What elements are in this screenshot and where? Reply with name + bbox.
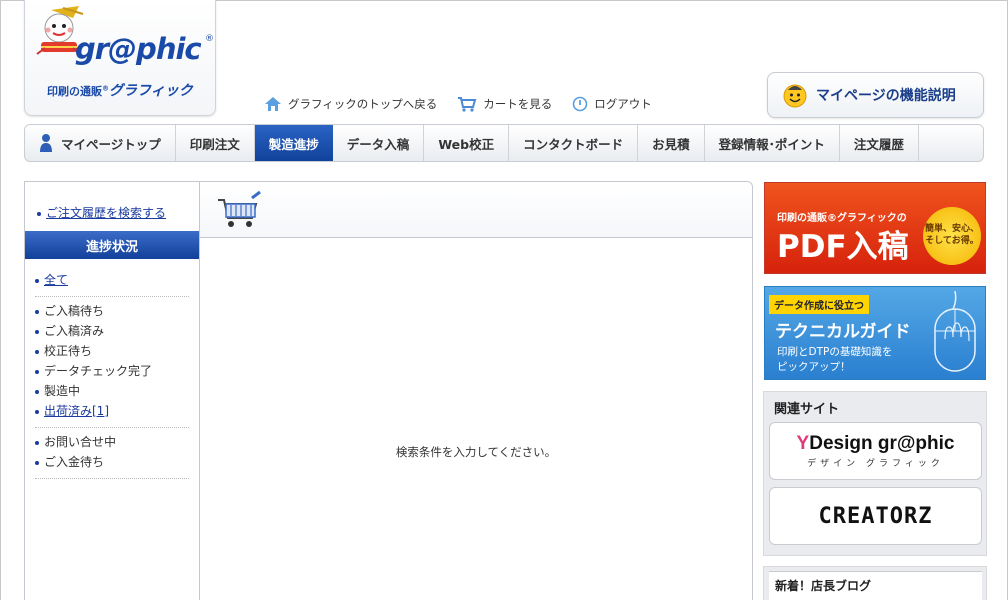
cart-link-label: カートを見る bbox=[483, 97, 553, 111]
blog-title: 新着！店長ブログ bbox=[775, 579, 872, 593]
tech-banner-desc: 印刷とDTPの基礎知識を ピックアップ！ bbox=[777, 345, 892, 375]
nav-mypage-top-label: マイページトップ bbox=[61, 136, 161, 152]
tech-banner-title: テクニカルガイド bbox=[775, 322, 911, 342]
mypage-help-label: マイページの機能説明 bbox=[816, 88, 956, 104]
main-nav: マイページトップ 印刷注文 製造進捗 データ入稿 Web校正 コンタクトボード … bbox=[24, 124, 984, 162]
main-header bbox=[200, 182, 752, 238]
bullet-icon bbox=[35, 278, 39, 283]
blog-panel: 新着！店長ブログ bbox=[769, 571, 982, 600]
site-logo[interactable]: gr@phic ® 印刷の通販®グラフィック bbox=[24, 0, 216, 116]
nav-web-proof[interactable]: Web校正 bbox=[424, 125, 510, 161]
pdf-banner-badge: 簡単、安心、そしてお得。 bbox=[923, 207, 981, 265]
status-item-awaiting-proof: 校正待ち bbox=[35, 341, 189, 361]
mouse-hand-icon bbox=[934, 291, 976, 372]
status-item-shipped[interactable]: 出荷済み[1] bbox=[35, 401, 189, 421]
design-graphic-link[interactable]: YDesign gr@phic デザイン グラフィック bbox=[769, 422, 982, 480]
status-heading: 進捗状況 bbox=[25, 231, 199, 259]
status-item-all[interactable]: 全て bbox=[35, 270, 189, 290]
order-history-search-link[interactable]: ご注文履歴を検索する bbox=[37, 204, 166, 221]
cart-link[interactable]: カートを見る bbox=[457, 96, 552, 112]
logout-link[interactable]: ログアウト bbox=[572, 96, 652, 112]
creatorz-link[interactable]: CREATORZ bbox=[769, 487, 982, 545]
bullet-icon bbox=[35, 329, 39, 334]
related-sites-title: 関連サイト bbox=[774, 402, 840, 417]
nav-print-order[interactable]: 印刷注文 bbox=[176, 125, 255, 161]
home-link[interactable]: グラフィックのトップへ戻る bbox=[264, 96, 437, 112]
user-icon bbox=[40, 134, 52, 152]
cart-icon bbox=[218, 190, 261, 227]
status-item-in-production: 製造中 bbox=[35, 381, 189, 401]
cart-icon bbox=[458, 97, 477, 112]
empty-message: 検索条件を入力してください。 bbox=[395, 445, 557, 459]
power-icon bbox=[572, 96, 588, 112]
creatorz-title: CREATORZ bbox=[818, 503, 933, 529]
status-list: 全て ご入稿待ち ご入稿済み 校正待ち データチェック完了 製造中 出荷済み[1… bbox=[35, 270, 189, 479]
design-graphic-title: YDesign gr@phic bbox=[797, 433, 955, 455]
design-graphic-name: Design gr@phic bbox=[809, 433, 955, 454]
nav-data-upload[interactable]: データ入稿 bbox=[333, 125, 425, 161]
status-group-other: お問い合せ中 ご入金待ち bbox=[35, 428, 189, 479]
bullet-icon bbox=[35, 409, 39, 414]
top-links: グラフィックのトップへ戻る カートを見る ログアウト bbox=[264, 94, 652, 114]
status-item-label: ご入稿済み bbox=[44, 324, 105, 338]
status-item-label: 校正待ち bbox=[44, 344, 93, 358]
nav-mypage-top[interactable]: マイページトップ bbox=[33, 125, 176, 161]
status-item-label: 製造中 bbox=[44, 384, 81, 398]
home-link-label: グラフィックのトップへ戻る bbox=[288, 97, 438, 111]
status-item-label: ご入金待ち bbox=[44, 455, 105, 469]
nav-estimate[interactable]: お見積 bbox=[638, 125, 705, 161]
blog-section: 新着！店長ブログ bbox=[763, 566, 987, 600]
nav-contact-board[interactable]: コンタクトボード bbox=[509, 125, 639, 161]
status-group-progress: ご入稿待ち ご入稿済み 校正待ち データチェック完了 製造中 出荷済み[1] bbox=[35, 297, 189, 428]
logo-sub-reg: ® bbox=[102, 84, 109, 93]
mypage-help-button[interactable]: マイページの機能説明 bbox=[767, 72, 984, 118]
bullet-icon bbox=[35, 389, 39, 394]
logout-link-label: ログアウト bbox=[594, 97, 652, 111]
logo-registered-mark: ® bbox=[205, 34, 214, 44]
order-history-search-label: ご注文履歴を検索する bbox=[46, 206, 167, 220]
logo-wordmark: gr@phic bbox=[75, 32, 202, 66]
left-sidebar: ご注文履歴を検索する 進捗状況 全て ご入稿待ち ご入稿済み 校正待ち データチ… bbox=[24, 181, 199, 600]
bullet-icon bbox=[35, 440, 39, 445]
tech-banner-tag: データ作成に役立つ bbox=[769, 295, 869, 314]
home-icon bbox=[265, 97, 281, 111]
logo-sub-small: 印刷の通販 bbox=[47, 85, 102, 98]
smiley-icon bbox=[783, 84, 807, 108]
logo-sub-big: グラフィック bbox=[109, 83, 193, 99]
status-item-label: 出荷済み[1] bbox=[44, 404, 109, 418]
design-graphic-mark: Y bbox=[796, 433, 810, 454]
bullet-icon bbox=[35, 349, 39, 354]
pdf-upload-banner[interactable]: 印刷の通販®グラフィックの PDF入稿 簡単、安心、そしてお得。 bbox=[764, 182, 986, 274]
tech-desc-line1: 印刷とDTPの基礎知識を bbox=[777, 346, 893, 358]
pdf-banner-title: PDF入稿 bbox=[777, 229, 909, 265]
related-sites: 関連サイト YDesign gr@phic デザイン グラフィック CREATO… bbox=[763, 391, 987, 556]
main-panel: 検索条件を入力してください。 bbox=[199, 181, 753, 600]
bullet-icon bbox=[35, 460, 39, 465]
tech-desc-line2: ピックアップ！ bbox=[777, 361, 851, 373]
technical-guide-banner[interactable]: データ作成に役立つ テクニカルガイド 印刷とDTPの基礎知識を ピックアップ！ bbox=[764, 286, 986, 380]
bullet-icon bbox=[37, 211, 41, 216]
status-item-inquiry: お問い合せ中 bbox=[35, 432, 189, 452]
bullet-icon bbox=[35, 309, 39, 314]
status-item-uploaded: ご入稿済み bbox=[35, 321, 189, 341]
status-item-label: データチェック完了 bbox=[44, 364, 153, 378]
logo-subtitle: 印刷の通販®グラフィック bbox=[47, 80, 193, 100]
nav-registration-points[interactable]: 登録情報･ポイント bbox=[705, 125, 840, 161]
nav-order-history[interactable]: 注文履歴 bbox=[840, 125, 919, 161]
status-item-label: お問い合せ中 bbox=[44, 435, 117, 449]
status-item-awaiting-upload: ご入稿待ち bbox=[35, 301, 189, 321]
status-item-label: ご入稿待ち bbox=[44, 304, 105, 318]
nav-production-progress[interactable]: 製造進捗 bbox=[254, 125, 333, 161]
status-item-label: 全て bbox=[44, 273, 69, 287]
status-item-awaiting-payment: ご入金待ち bbox=[35, 452, 189, 472]
status-item-data-check-done: データチェック完了 bbox=[35, 361, 189, 381]
bullet-icon bbox=[35, 369, 39, 374]
status-group-all: 全て bbox=[35, 270, 189, 297]
design-graphic-kana: デザイン グラフィック bbox=[807, 459, 944, 469]
